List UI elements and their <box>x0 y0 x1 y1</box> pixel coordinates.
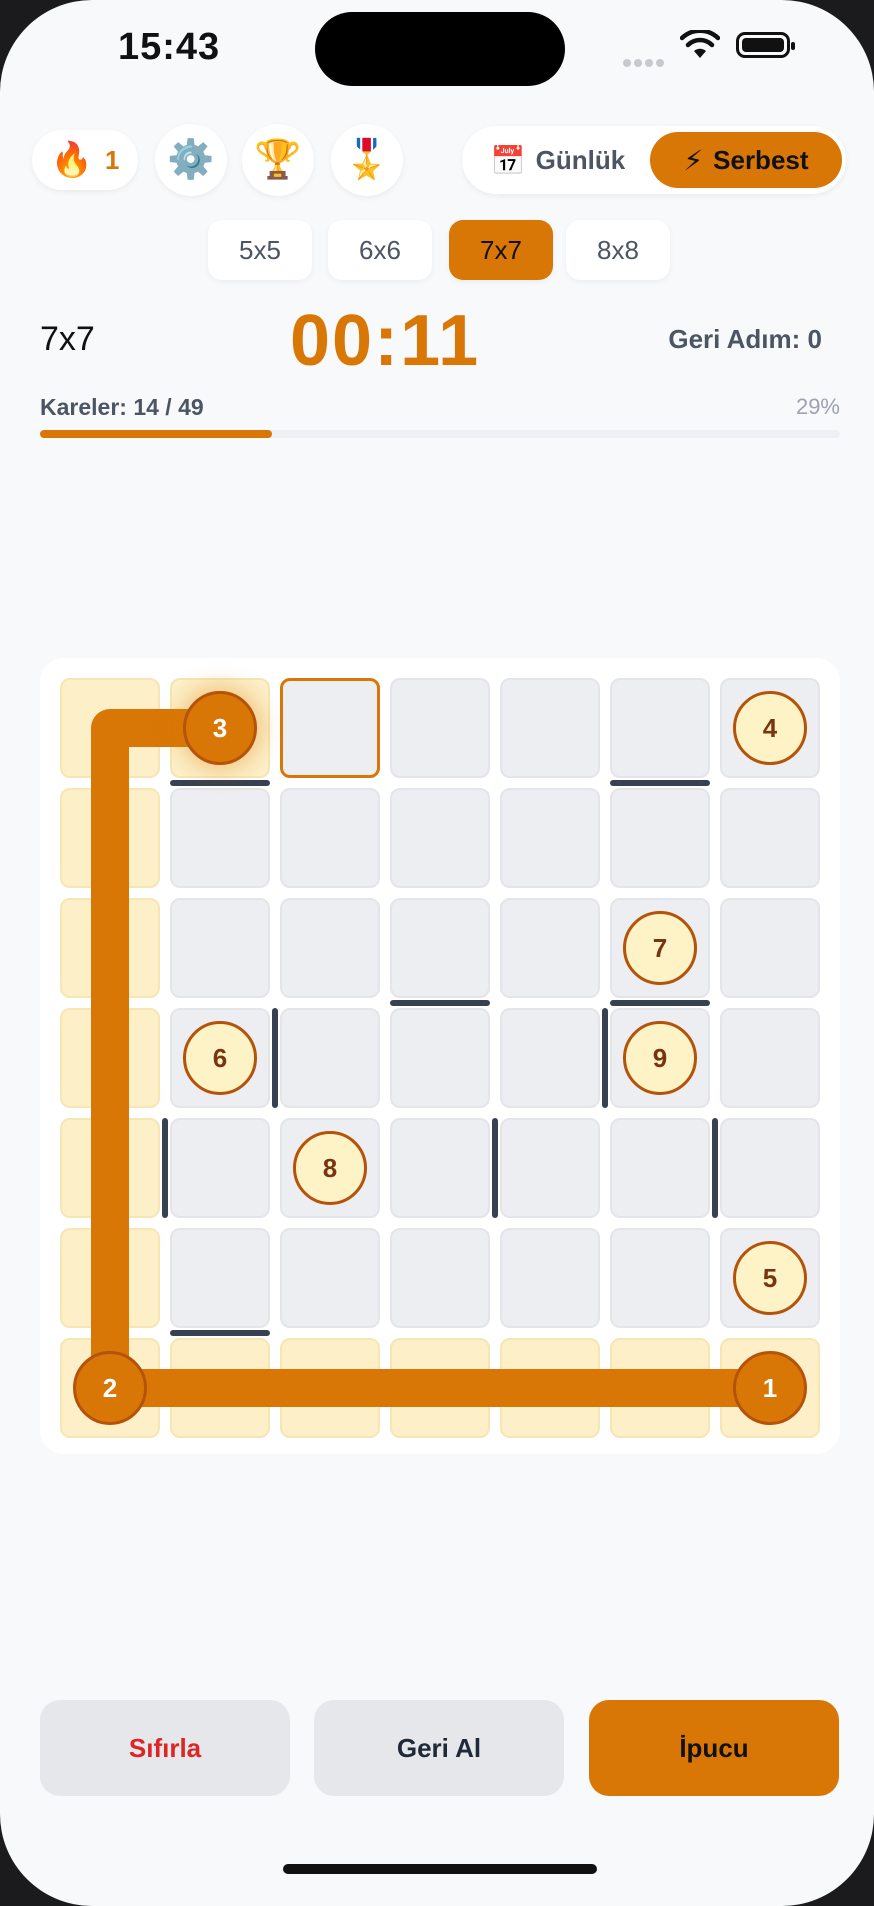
number-node-3[interactable]: 3 <box>183 691 257 765</box>
number-node-8[interactable]: 8 <box>293 1131 367 1205</box>
calendar-icon: 📅 <box>490 144 526 176</box>
grid-size-label: 7x7 <box>40 320 95 358</box>
puzzle-board[interactable]: 1 2 3 4 5 6 7 8 9 <box>40 658 840 1454</box>
achievements-button[interactable]: 🎖️ <box>331 124 403 196</box>
trophy-icon: 🏆 <box>254 139 302 181</box>
size-tab-6x6[interactable]: 6x6 <box>328 220 432 280</box>
cells-progress-label: Kareler: 14 / 49 <box>40 394 204 420</box>
mode-daily-button[interactable]: 📅 Günlük <box>488 132 628 188</box>
lightning-icon: ⚡ <box>683 144 704 176</box>
progress-bar <box>40 430 840 438</box>
number-node-9[interactable]: 9 <box>623 1021 697 1095</box>
streak-badge[interactable]: 🔥 1 <box>32 130 138 190</box>
battery-icon <box>736 32 795 58</box>
undo-button[interactable]: Geri Al <box>314 1700 564 1796</box>
dynamic-island <box>315 12 565 86</box>
status-time: 15:43 <box>118 26 221 68</box>
app-screen: 15:43 🔥 1 ⚙️ 🏆 🎖️ 📅 Günlük ⚡ Serbest 5x5… <box>0 0 874 1906</box>
path-line <box>91 709 789 1407</box>
undo-count: Geri Adım: 0 <box>668 324 822 354</box>
size-tab-5x5[interactable]: 5x5 <box>208 220 312 280</box>
signal-icon <box>623 54 667 72</box>
streak-count: 1 <box>104 144 120 175</box>
wifi-icon <box>680 30 720 58</box>
home-indicator <box>283 1864 597 1874</box>
size-tab-8x8[interactable]: 8x8 <box>566 220 670 280</box>
mode-daily-label: Günlük <box>535 144 626 175</box>
progress-percent: 29% <box>795 394 840 419</box>
mode-free-button[interactable]: ⚡ Serbest <box>650 132 842 188</box>
medal-icon: 🎖️ <box>343 139 391 181</box>
number-node-7[interactable]: 7 <box>623 911 697 985</box>
number-node-1[interactable]: 1 <box>733 1351 807 1425</box>
hint-button[interactable]: İpucu <box>589 1700 839 1796</box>
number-node-4[interactable]: 4 <box>733 691 807 765</box>
mode-toggle: 📅 Günlük ⚡ Serbest <box>462 126 846 194</box>
mode-free-label: Serbest <box>713 144 809 175</box>
size-tab-7x7[interactable]: 7x7 <box>449 220 553 280</box>
number-node-5[interactable]: 5 <box>733 1241 807 1315</box>
fire-icon: 🔥 <box>50 141 93 179</box>
number-node-2[interactable]: 2 <box>73 1351 147 1425</box>
settings-button[interactable]: ⚙️ <box>155 124 227 196</box>
gear-icon: ⚙️ <box>167 139 215 181</box>
reset-button[interactable]: Sıfırla <box>40 1700 290 1796</box>
timer: 00:11 <box>290 301 481 381</box>
leaderboard-button[interactable]: 🏆 <box>242 124 314 196</box>
progress-fill <box>40 430 272 438</box>
number-node-6[interactable]: 6 <box>183 1021 257 1095</box>
